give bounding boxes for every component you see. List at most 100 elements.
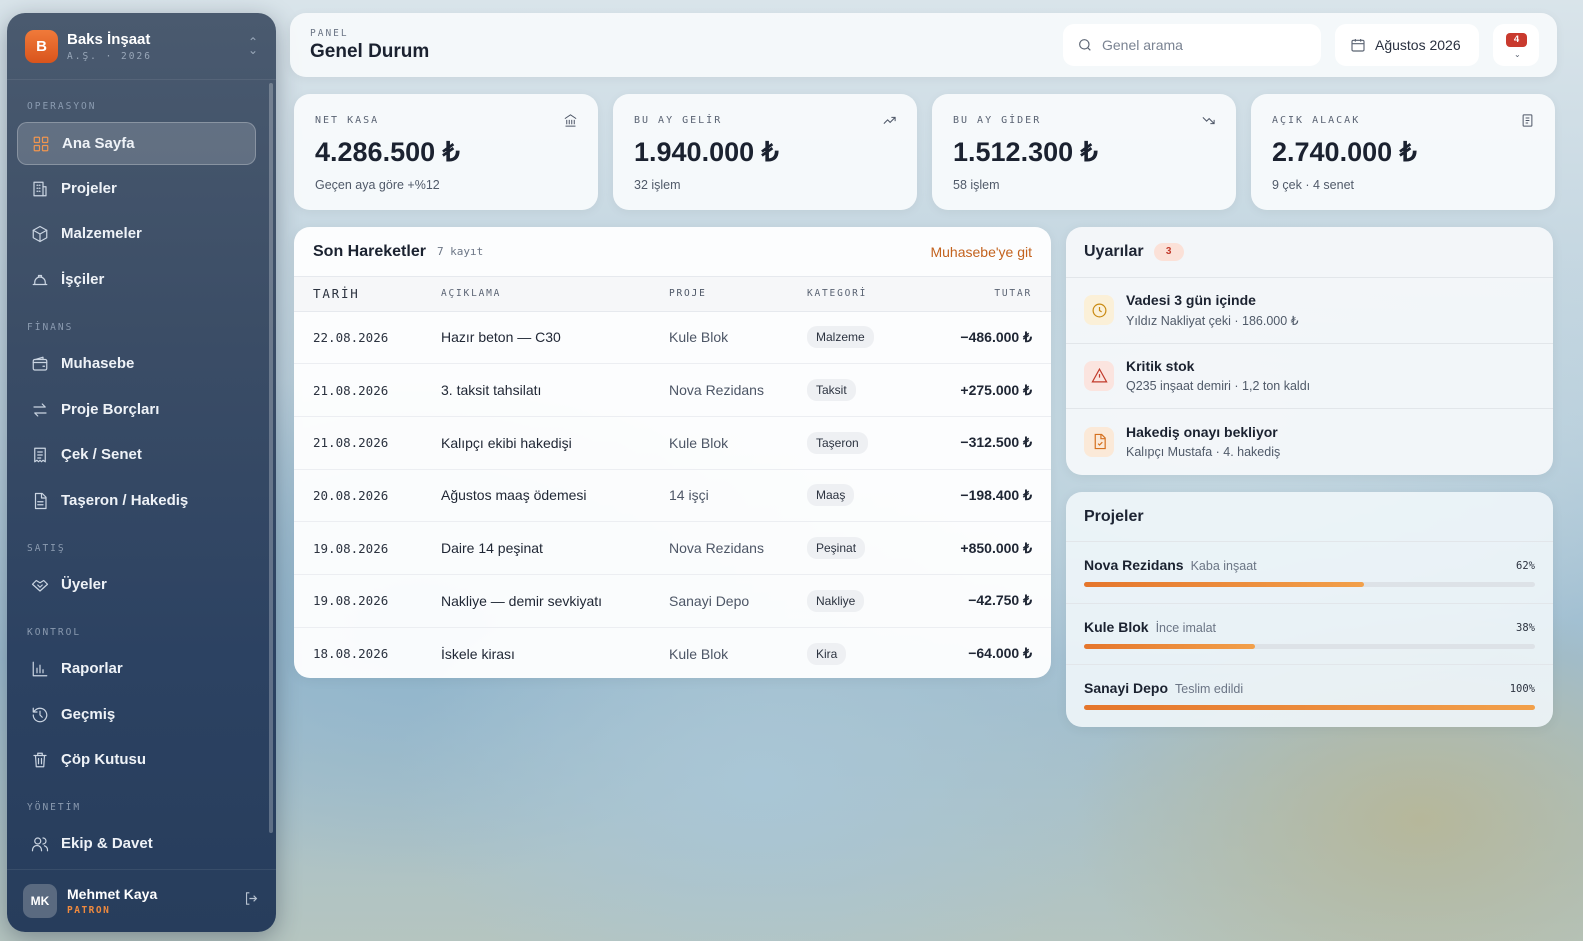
project-stage: Teslim edildi bbox=[1175, 682, 1244, 697]
document-icon bbox=[34, 492, 47, 509]
cell-category: Taksit bbox=[807, 363, 911, 417]
progress-bar bbox=[1084, 705, 1535, 711]
trending-down-icon bbox=[1202, 117, 1215, 125]
stat-value: 1.512.300 ₺ bbox=[953, 137, 1098, 167]
sidebar-item-label: Çek / Senet bbox=[61, 446, 142, 463]
table-row[interactable]: 20.08.2026 Ağustos maaş ödemesi 14 işçi Maa… bbox=[294, 469, 1051, 523]
cell-project: Kule Blok bbox=[669, 311, 807, 365]
project-stage: Kaba inşaat bbox=[1190, 559, 1257, 573]
cell-category: Maaş bbox=[807, 469, 911, 523]
cell-amount: −486.000 ₺ bbox=[910, 311, 1051, 365]
sidebar-item-isciler[interactable]: İşçiler bbox=[17, 258, 256, 301]
panel-title: Son Hareketler bbox=[313, 242, 426, 260]
transactions-table: TARİH AÇIKLAMA PROJE KATEGORİ TUTAR 22.0… bbox=[294, 277, 1051, 678]
cell-description: Ağustos maaş ödemesi bbox=[441, 469, 669, 523]
sidebar-item-muhasebe[interactable]: Muhasebe bbox=[17, 342, 256, 385]
sidebar-item-ekip-davet[interactable]: Ekip & Davet bbox=[17, 822, 256, 865]
alert-item[interactable]: Vadesi 3 gün içinde Yıldız Nakliyat çeki… bbox=[1066, 278, 1553, 344]
wallet-icon bbox=[32, 356, 48, 371]
logout-button[interactable] bbox=[243, 890, 260, 912]
cell-amount: −312.500 ₺ bbox=[910, 416, 1051, 470]
project-row[interactable]: Nova Rezidans Kaba inşaat 62% bbox=[1066, 542, 1553, 604]
trash-icon bbox=[33, 752, 47, 767]
stat-value: 2.740.000 ₺ bbox=[1272, 137, 1417, 167]
project-name: Kule Blok bbox=[1084, 618, 1149, 635]
cell-amount: −42.750 ₺ bbox=[910, 574, 1051, 628]
stat-card-gelir: BU AY GELİR 1.940.000 ₺ 32 işlem bbox=[613, 94, 917, 210]
chevron-down-icon: ⌄ bbox=[1514, 50, 1521, 59]
stat-card-gider: BU AY GİDER 1.512.300 ₺ 58 işlem bbox=[932, 94, 1236, 210]
category-pill: Maaş bbox=[807, 484, 855, 507]
category-pill: Taşeron bbox=[807, 431, 868, 454]
cell-date: 19.08.2026 bbox=[294, 521, 441, 575]
stat-label: AÇIK ALACAK bbox=[1272, 115, 1361, 126]
category-pill: Peşinat bbox=[807, 537, 866, 560]
sidebar-item-projeler[interactable]: Projeler bbox=[17, 167, 256, 210]
helmet-icon bbox=[32, 274, 48, 285]
page-kicker: PANEL bbox=[310, 28, 349, 39]
sidebar-item-uyeler[interactable]: Üyeler bbox=[17, 563, 256, 606]
record-count: 7 kayıt bbox=[436, 245, 484, 258]
trending-up-icon bbox=[883, 116, 896, 124]
alert-detail: Yıldız Nakliyat çeki · 186.000 ₺ bbox=[1126, 314, 1299, 329]
section-label-finans: FİNANS bbox=[27, 322, 74, 333]
notifications-button[interactable]: 4 ⌄ bbox=[1493, 24, 1539, 66]
sidebar-scrollbar[interactable] bbox=[269, 83, 273, 833]
table-row[interactable]: 22.08.2026 Hazır beton — C30 Kule Blok Malz… bbox=[294, 311, 1051, 365]
sidebar-item-raporlar[interactable]: Raporlar bbox=[17, 647, 256, 690]
sidebar-item-gecmis[interactable]: Geçmiş bbox=[17, 693, 256, 736]
history-icon bbox=[32, 707, 48, 722]
table-row[interactable]: 18.08.2026 İskele kirası Kule Blok Kira −64.… bbox=[294, 627, 1051, 678]
company-meta: A.Ş. · 2026 bbox=[67, 50, 152, 62]
project-percent: 38% bbox=[1516, 621, 1535, 634]
project-stage: İnce imalat bbox=[1155, 620, 1217, 635]
sidebar-item-label: Projeler bbox=[61, 180, 117, 197]
alert-title: Vadesi 3 gün içinde bbox=[1126, 292, 1256, 309]
column-header-category[interactable]: KATEGORİ bbox=[807, 277, 911, 312]
cell-date: 21.08.2026 bbox=[294, 416, 441, 470]
alert-icon-box bbox=[1084, 360, 1114, 391]
project-row[interactable]: Sanayi Depo Teslim edildi 100% bbox=[1066, 665, 1553, 727]
company-switcher[interactable]: B Baks İnşaat A.Ş. · 2026 ⌃ ⌄ bbox=[7, 13, 276, 80]
bank-icon bbox=[564, 114, 577, 127]
sidebar-item-proje-borclari[interactable]: Proje Borçları bbox=[17, 388, 256, 431]
cell-description: Daire 14 peşinat bbox=[441, 521, 669, 575]
chart-icon bbox=[32, 661, 48, 676]
progress-bar bbox=[1084, 643, 1535, 649]
alert-title: Hakediş onayı bekliyor bbox=[1126, 424, 1278, 441]
user-name: Mehmet Kaya bbox=[67, 886, 158, 902]
table-row[interactable]: 21.08.2026 3. taksit tahsilatı Nova Rezida… bbox=[294, 363, 1051, 417]
date-picker-button[interactable]: Ağustos 2026 bbox=[1335, 24, 1479, 66]
sidebar-item-label: Proje Borçları bbox=[61, 401, 160, 418]
sidebar-item-taseron-hakedis[interactable]: Taşeron / Hakediş bbox=[17, 479, 256, 522]
column-header-description[interactable]: AÇIKLAMA bbox=[441, 277, 669, 312]
project-row[interactable]: Kule Blok İnce imalat 38% bbox=[1066, 604, 1553, 666]
column-header-project[interactable]: PROJE bbox=[669, 277, 807, 312]
go-to-accounting-link[interactable]: Muhasebe'ye git bbox=[930, 244, 1032, 260]
cell-date: 20.08.2026 bbox=[294, 469, 441, 523]
sidebar-item-cop-kutusu[interactable]: Çöp Kutusu bbox=[17, 738, 256, 781]
column-header-date[interactable]: TARİH bbox=[294, 277, 441, 312]
stat-card-acik-alacak: AÇIK ALACAK 2.740.000 ₺ 9 çek · 4 senet bbox=[1251, 94, 1555, 210]
table-row[interactable]: 19.08.2026 Daire 14 peşinat Nova Rezidans P… bbox=[294, 521, 1051, 575]
cell-description: Nakliye — demir sevkiyatı bbox=[441, 574, 669, 628]
cell-project: Sanayi Depo bbox=[669, 574, 807, 628]
stat-card-net-kasa: NET KASA 4.286.500 ₺ Geçen aya göre +%12 bbox=[294, 94, 598, 210]
stat-value: 4.286.500 ₺ bbox=[315, 137, 460, 167]
sidebar-item-ana-sayfa[interactable]: Ana Sayfa bbox=[17, 122, 256, 165]
stat-sub: 9 çek · 4 senet bbox=[1272, 178, 1354, 192]
cell-date: 22.08.2026 bbox=[294, 311, 441, 365]
sidebar-item-cek-senet[interactable]: Çek / Senet bbox=[17, 433, 256, 476]
category-pill: Malzeme bbox=[807, 326, 874, 349]
avatar[interactable]: MK bbox=[23, 884, 57, 918]
notification-badge: 4 bbox=[1506, 33, 1527, 47]
logout-icon bbox=[245, 892, 258, 905]
table-row[interactable]: 19.08.2026 Nakliye — demir sevkiyatı Sanay… bbox=[294, 574, 1051, 628]
cell-description: 3. taksit tahsilatı bbox=[441, 363, 669, 417]
alert-item[interactable]: Kritik stok Q235 inşaat demiri · 1,2 ton… bbox=[1066, 344, 1553, 409]
sidebar-item-malzemeler[interactable]: Malzemeler bbox=[17, 212, 256, 255]
alert-item[interactable]: Hakediş onayı bekliyor Kalıpçı Mustafa ·… bbox=[1066, 409, 1553, 475]
column-header-amount[interactable]: TUTAR bbox=[910, 277, 1051, 312]
table-row[interactable]: 21.08.2026 Kalıpçı ekibi hakedişi Kule Blo… bbox=[294, 416, 1051, 470]
search-input[interactable]: Genel arama bbox=[1063, 24, 1321, 66]
